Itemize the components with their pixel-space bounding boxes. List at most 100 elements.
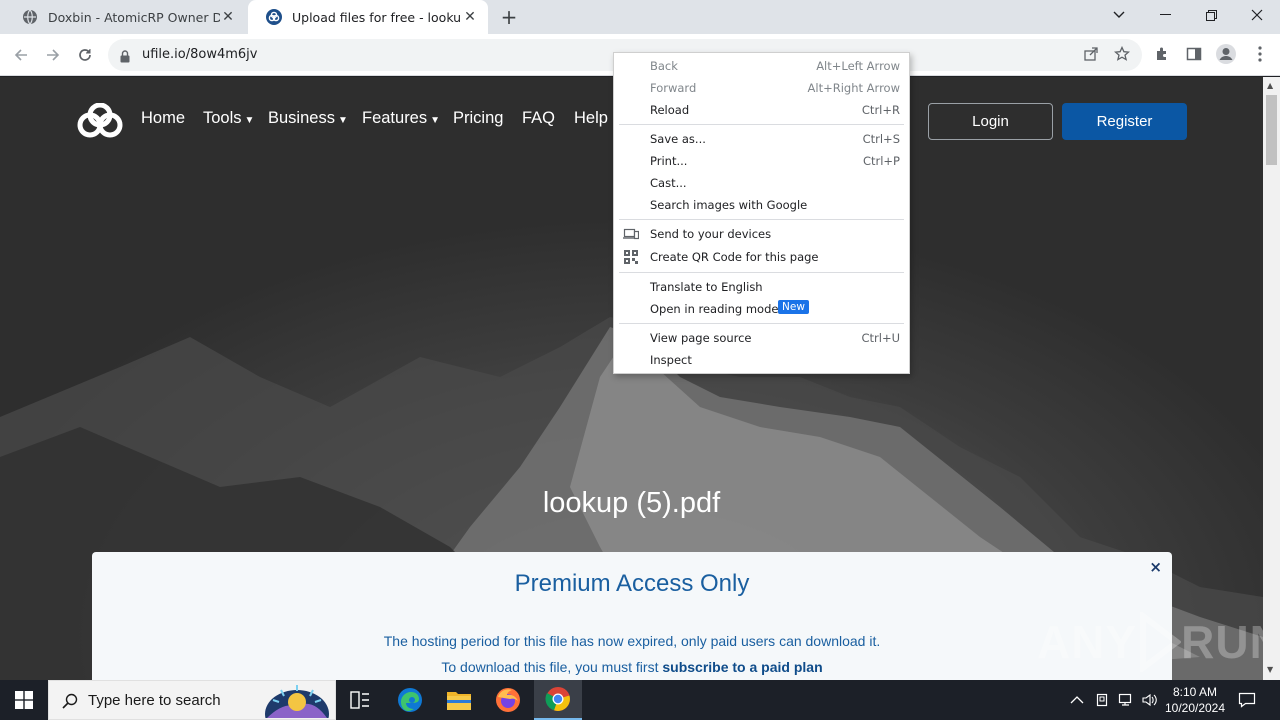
tab-doxbin[interactable]: Doxbin - AtomicRP Owner Doxx ✕: [4, 0, 246, 34]
forward-button[interactable]: [40, 42, 66, 68]
tab-title: Upload files for free - lookup (5): [292, 9, 462, 25]
menu-item-label: Open in reading mode: [650, 302, 779, 316]
menu-item-shortcut: Alt+Left Arrow: [816, 59, 900, 73]
taskbar-edge[interactable]: [386, 680, 434, 720]
menu-item-qr-code[interactable]: Create QR Code for this page: [614, 246, 909, 268]
network-icon[interactable]: [1118, 680, 1134, 720]
expired-message: The hosting period for this file has now…: [383, 633, 881, 649]
menu-item-shortcut: Ctrl+P: [862, 154, 900, 168]
menu-item-label: Forward: [650, 81, 697, 95]
search-placeholder: Type here to search: [88, 692, 221, 709]
nav-tools[interactable]: Tools ▼: [203, 109, 254, 128]
share-icon[interactable]: [1080, 43, 1102, 65]
menu-item-save-as[interactable]: Save as... Ctrl+S: [614, 128, 909, 150]
bookmark-star-icon[interactable]: [1111, 43, 1133, 65]
menu-item-reload[interactable]: Reload Ctrl+R: [614, 99, 909, 121]
menu-item-reading-mode[interactable]: Open in reading mode New: [614, 298, 909, 320]
close-tab-icon[interactable]: ✕: [462, 9, 478, 25]
scroll-down-arrow-icon[interactable]: ▼: [1267, 665, 1273, 674]
menu-separator: [619, 219, 904, 220]
subscribe-message: To download this file, you must first su…: [92, 659, 1172, 675]
ufile-site-logo[interactable]: [76, 102, 124, 143]
windows-taskbar: Type here to search 8:10 AM 10/20/2024: [0, 680, 1280, 720]
close-window-button[interactable]: [1234, 0, 1280, 30]
menu-item-label: View page source: [650, 331, 752, 345]
menu-item-label: Save as...: [650, 132, 706, 146]
tab-strip: Doxbin - AtomicRP Owner Doxx ✕ Upload fi…: [0, 0, 1280, 34]
menu-item-view-source[interactable]: View page source Ctrl+U: [614, 327, 909, 349]
windows-logo-icon: [15, 691, 33, 709]
device-icon[interactable]: [1095, 680, 1109, 720]
subscribe-link[interactable]: subscribe to a paid plan: [662, 659, 822, 675]
nav-business-label: Business: [268, 109, 335, 127]
nav-pricing[interactable]: Pricing: [453, 109, 503, 128]
profile-avatar-icon[interactable]: [1215, 43, 1237, 65]
search-icon: [62, 693, 78, 709]
new-badge: New: [778, 300, 809, 314]
taskbar-chrome[interactable]: [534, 680, 582, 720]
folder-icon: [447, 692, 471, 710]
chevron-down-icon: ▼: [337, 115, 348, 126]
new-tab-button[interactable]: +: [498, 6, 520, 28]
menu-item-back[interactable]: Back Alt+Left Arrow: [614, 55, 909, 77]
clock-time: 8:10 AM: [1172, 685, 1218, 699]
nav-home[interactable]: Home: [141, 109, 185, 128]
menu-separator: [619, 272, 904, 273]
menu-item-forward[interactable]: Forward Alt+Right Arrow: [614, 77, 909, 99]
tab-title: Doxbin - AtomicRP Owner Doxx: [48, 9, 220, 25]
menu-item-label: Print...: [650, 154, 688, 168]
menu-item-shortcut: Ctrl+S: [862, 132, 900, 146]
menu-dots-icon[interactable]: [1249, 43, 1271, 65]
subscribe-prefix: To download this file, you must first: [441, 659, 663, 675]
menu-item-inspect[interactable]: Inspect: [614, 349, 909, 371]
chrome-icon: [545, 687, 570, 711]
close-tab-icon[interactable]: ✕: [220, 9, 236, 25]
devices-icon: [623, 226, 640, 242]
firefox-icon: [496, 688, 520, 712]
menu-item-label: Inspect: [650, 353, 692, 367]
tab-search-chevron-icon[interactable]: [1096, 0, 1142, 30]
clock-date: 10/20/2024: [1164, 701, 1226, 715]
menu-item-print[interactable]: Print... Ctrl+P: [614, 150, 909, 172]
premium-title: Premium Access Only: [514, 570, 750, 597]
task-view-button[interactable]: [336, 680, 384, 720]
nav-help[interactable]: Help: [574, 109, 608, 128]
close-icon[interactable]: ×: [1149, 558, 1162, 576]
menu-item-label: Reload: [650, 103, 690, 117]
ufile-logo-icon: [266, 9, 282, 25]
login-button[interactable]: Login: [928, 103, 1053, 140]
menu-item-shortcut: Ctrl+R: [861, 103, 900, 117]
nav-faq[interactable]: FAQ: [522, 109, 555, 128]
back-button[interactable]: [8, 42, 34, 68]
restore-button[interactable]: [1188, 0, 1234, 30]
edge-icon: [398, 688, 422, 712]
taskbar-clock[interactable]: 8:10 AM 10/20/2024: [1160, 684, 1230, 716]
menu-item-shortcut: Ctrl+U: [861, 331, 900, 345]
extensions-puzzle-icon[interactable]: [1151, 43, 1173, 65]
taskbar-firefox[interactable]: [484, 680, 532, 720]
file-name-title: lookup (5).pdf: [542, 487, 721, 519]
scroll-up-arrow-icon[interactable]: ▲: [1267, 81, 1273, 90]
reload-button[interactable]: [72, 42, 98, 68]
menu-item-send-devices[interactable]: Send to your devices: [614, 223, 909, 245]
taskbar-file-explorer[interactable]: [435, 680, 483, 720]
page-scrollbar[interactable]: ▲ ▼: [1263, 77, 1280, 680]
register-button[interactable]: Register: [1062, 103, 1187, 140]
volume-icon[interactable]: [1142, 680, 1158, 720]
tray-chevron-up-icon[interactable]: [1070, 680, 1084, 720]
notifications-icon[interactable]: [1238, 680, 1256, 720]
taskbar-search-box[interactable]: Type here to search: [48, 680, 336, 720]
start-button[interactable]: [0, 680, 48, 720]
nav-features[interactable]: Features ▼: [362, 109, 440, 128]
side-panel-icon[interactable]: [1183, 43, 1205, 65]
url-text: ufile.io/8ow4m6jv: [142, 47, 258, 62]
nav-business[interactable]: Business ▼: [268, 109, 348, 128]
lock-icon[interactable]: [120, 48, 130, 67]
menu-item-translate[interactable]: Translate to English: [614, 276, 909, 298]
minimize-button[interactable]: [1142, 0, 1188, 30]
scrollbar-thumb[interactable]: [1266, 95, 1277, 165]
menu-item-label: Search images with Google: [650, 198, 808, 212]
menu-item-cast[interactable]: Cast...: [614, 172, 909, 194]
menu-item-search-images[interactable]: Search images with Google: [614, 194, 909, 216]
tab-ufile[interactable]: Upload files for free - lookup (5) ✕: [248, 0, 488, 34]
